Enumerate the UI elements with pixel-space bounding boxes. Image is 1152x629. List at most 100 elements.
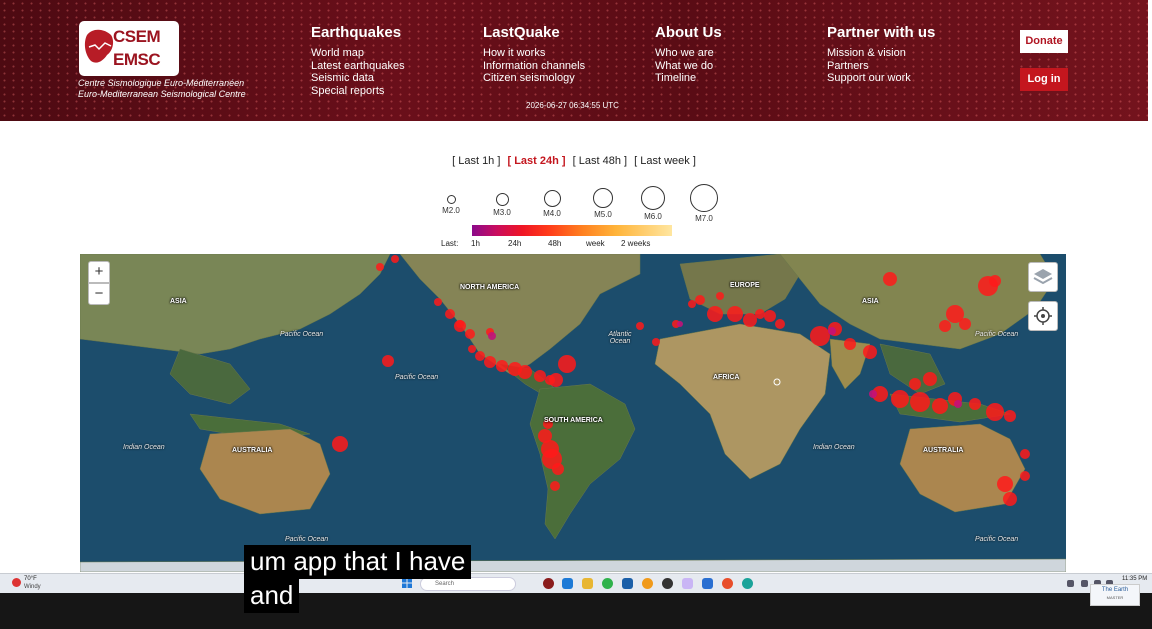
legend-mag-label: M3.0 [493,208,511,217]
label-pacific-ocean-ne: Pacific Ocean [975,331,1019,338]
clock[interactable]: 11:35 PM [1122,576,1147,582]
weather-condition[interactable]: Windy [24,584,41,590]
caption-line-1: um app that I have [244,545,472,579]
nav-link-mission-vision[interactable]: Mission & vision [827,47,935,60]
donate-button[interactable]: Donate [1020,30,1068,53]
label-north-america: NORTH AMERICA [460,284,520,291]
nav-link-how-it-works[interactable]: How it works [483,47,585,60]
legend-mag-4: M4.0 [540,190,564,218]
label-australia-east: AUSTRALIA [923,447,964,454]
zoom-out-button[interactable]: − [88,283,110,305]
nav-link-who-we-are[interactable]: Who we are [655,47,722,60]
eq-marker [332,436,348,452]
nav-about-us: About Us Who we are What we do Timeline [655,24,722,85]
eq-marker [475,351,485,361]
chrome-icon[interactable] [602,578,613,589]
nav-title-earthquakes[interactable]: Earthquakes [311,24,405,41]
layers-button[interactable] [1028,262,1058,292]
age-tick-24h: 24h [508,239,522,248]
eq-marker [909,378,921,390]
app-icon[interactable] [642,578,653,589]
eq-marker [716,292,724,300]
filter-last-1h[interactable]: [ Last 1h ] [452,155,500,167]
nav-link-seismic-data[interactable]: Seismic data [311,72,405,85]
legend-mag-label: M2.0 [442,206,460,215]
nav-link-world-map[interactable]: World map [311,47,405,60]
nav-link-citizen-seismology[interactable]: Citizen seismology [483,72,585,85]
label-australia-west: AUSTRALIA [232,447,273,454]
microphone-icon[interactable] [1081,580,1088,587]
eq-marker [939,320,951,332]
emsc-logo[interactable]: CSEM EMSC [79,21,179,76]
label-pacific-ocean-nw: Pacific Ocean [280,331,324,338]
weather-icon[interactable] [12,578,21,587]
app-icon[interactable] [543,578,554,589]
nav-earthquakes: Earthquakes World map Latest earthquakes… [311,24,405,98]
earthquake-world-map[interactable]: ASIA NORTH AMERICA EUROPE ASIA AFRICA SO… [80,254,1066,572]
label-asia-east: ASIA [862,298,879,305]
layers-icon [1033,269,1053,285]
filter-last-24h[interactable]: [ Last 24h ] [507,155,565,167]
legend-mag-label: M5.0 [594,210,612,219]
age-color-scale [472,225,672,236]
label-south-america: SOUTH AMERICA [544,417,603,424]
eq-marker [456,320,464,328]
label-pacific-ocean-se: Pacific Ocean [975,536,1019,543]
nav-link-latest-earthquakes[interactable]: Latest earthquakes [311,60,405,73]
age-tick-1h: 1h [471,239,480,248]
nav-lastquake: LastQuake How it works Information chann… [483,24,585,85]
zoom-in-button[interactable]: + [88,261,110,283]
weather-temperature[interactable]: 70°F [24,576,37,582]
screen: CSEM EMSC Centre Sismologique Euro-Médit… [0,0,1152,629]
logo-csem-text: CSEM [113,27,161,46]
app-icon[interactable] [682,578,693,589]
label-indian-ocean-east: Indian Ocean [813,444,855,451]
filter-last-week[interactable]: [ Last week ] [634,155,696,167]
age-tick-2weeks: 2 weeks [621,239,651,248]
eq-marker [391,255,399,263]
nav-title-partner[interactable]: Partner with us [827,24,935,41]
eq-marker [636,322,644,330]
app-icon[interactable] [742,578,753,589]
login-button[interactable]: Log in [1020,68,1068,91]
nav-link-partners[interactable]: Partners [827,60,935,73]
eq-marker [688,300,696,308]
the-earth-master-badge: The Earth MASTER [1090,584,1140,606]
nav-link-timeline[interactable]: Timeline [655,72,722,85]
nav-link-information-channels[interactable]: Information channels [483,60,585,73]
age-tick-week: week [586,239,605,248]
app-icon[interactable] [722,578,733,589]
app-icon[interactable] [702,578,713,589]
filter-last-48h[interactable]: [ Last 48h ] [573,155,627,167]
nav-title-lastquake[interactable]: LastQuake [483,24,585,41]
legend-circle [543,190,561,207]
eq-marker [558,355,576,373]
nav-link-special-reports[interactable]: Special reports [311,85,405,98]
nav-link-what-we-do[interactable]: What we do [655,60,722,73]
label-indian-ocean-west: Indian Ocean [123,444,165,451]
app-icon[interactable] [662,578,673,589]
nav-title-about-us[interactable]: About Us [655,24,722,41]
store-icon[interactable] [622,578,633,589]
utc-timestamp: 2026-06-27 06:34:55 UTC [526,101,619,110]
eq-marker [775,319,785,329]
eq-marker [652,338,660,346]
legend-mag-label: M6.0 [644,212,662,221]
locate-button[interactable] [1028,301,1058,331]
windows-taskbar: 70°F Windy Search 11:35 PM [0,573,1152,593]
eq-marker [382,355,394,367]
tray-chevron-icon[interactable] [1067,580,1074,587]
eq-marker [465,329,475,339]
eq-marker [434,298,442,306]
eq-marker [1004,410,1016,422]
edge-icon[interactable] [562,578,573,589]
eq-marker [695,295,705,305]
legend-mag-label: M4.0 [543,209,561,218]
nav-link-support-our-work[interactable]: Support our work [827,72,935,85]
eq-marker [445,309,455,319]
logo-emsc-text: EMSC [113,50,161,69]
file-explorer-icon[interactable] [582,578,593,589]
locate-icon [1034,307,1052,325]
age-tick-48h: 48h [548,239,562,248]
legend-circle [690,184,718,212]
